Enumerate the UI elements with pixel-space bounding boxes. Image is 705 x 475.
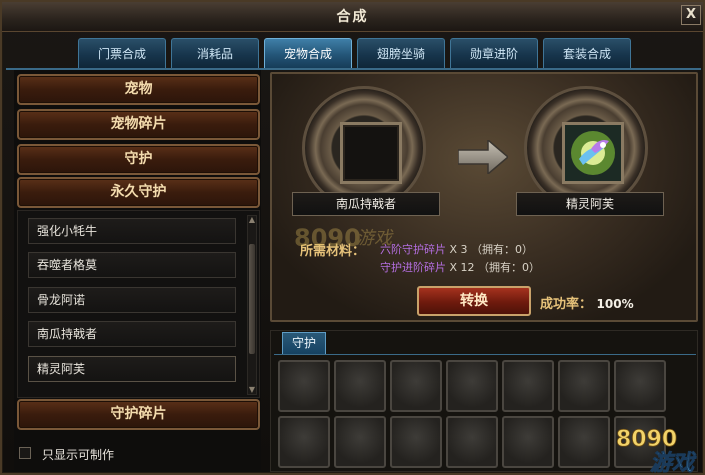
inventory-slot[interactable] <box>558 416 610 468</box>
scroll-up-icon[interactable]: ▲ <box>248 216 256 224</box>
success-rate-value: 100% <box>596 297 634 311</box>
logo-number: 8090 <box>616 427 677 452</box>
category-pet-fragment-button[interactable]: 宠物碎片 <box>17 109 260 140</box>
logo-word: 游戏 <box>650 451 697 475</box>
scroll-down-icon[interactable]: ▼ <box>248 386 256 394</box>
inventory-slot[interactable] <box>614 360 666 412</box>
inventory-slot[interactable] <box>446 416 498 468</box>
category-pet-button[interactable]: 宠物 <box>17 74 260 105</box>
site-logo-watermark: 8090 游戏 <box>616 427 698 475</box>
window-title: 合成 <box>2 2 703 32</box>
category-guardian-button[interactable]: 守护 <box>17 144 260 175</box>
convert-button[interactable]: 转换 <box>417 286 531 316</box>
category-permanent-guardian-button[interactable]: 永久守护 <box>17 177 260 208</box>
tab-consumables[interactable]: 消耗品 <box>171 38 259 68</box>
tab-bar: 门票合成 消耗品 宠物合成 翅膀坐骑 勋章进阶 套装合成 <box>78 38 631 68</box>
material-row: 守护进阶碎片 X 12 （拥有：0） <box>380 259 540 275</box>
synthesis-window: 合成 X 门票合成 消耗品 宠物合成 翅膀坐骑 勋章进阶 套装合成 宠物 宠物碎… <box>0 0 705 475</box>
list-item[interactable]: 吞噬者格莫 <box>28 252 236 278</box>
arrow-right-icon <box>458 140 508 174</box>
inventory-slot[interactable] <box>334 360 386 412</box>
watermark-word: 游戏 <box>356 228 394 249</box>
fairy-pet-icon <box>565 125 621 181</box>
target-name: 精灵阿芙 <box>516 192 664 216</box>
watermark-number: 8090 <box>294 224 361 252</box>
category-sidebar: 宠物 宠物碎片 守护 永久守护 强化小牦牛 吞噬者格莫 骨龙阿诺 南瓜持戟者 精… <box>14 70 261 470</box>
inventory-slot[interactable] <box>278 360 330 412</box>
recipe-list: 强化小牦牛 吞噬者格莫 骨龙阿诺 南瓜持戟者 精灵阿芙 ▲ ▼ <box>17 210 260 398</box>
material-qty: X 12 <box>449 261 475 274</box>
tab-guardian-inventory[interactable]: 守护 <box>282 332 326 354</box>
list-scrollbar[interactable]: ▲ ▼ <box>247 215 257 395</box>
close-button[interactable]: X <box>681 5 701 25</box>
material-owned: （拥有：0） <box>478 261 541 274</box>
inventory-slot[interactable] <box>446 360 498 412</box>
tab-pet-synthesis[interactable]: 宠物合成 <box>264 38 352 68</box>
category-guardian-fragment-button[interactable]: 守护碎片 <box>17 399 260 430</box>
source-slot[interactable] <box>340 122 402 184</box>
material-owned: （拥有：0） <box>471 243 534 256</box>
tab-wing-mount[interactable]: 翅膀坐骑 <box>357 38 445 68</box>
tab-ticket-synthesis[interactable]: 门票合成 <box>78 38 166 68</box>
site-watermark: 8090 游戏 <box>294 224 394 252</box>
source-name: 南瓜持戟者 <box>292 192 440 216</box>
target-slot[interactable] <box>562 122 624 184</box>
only-craftable-label: 只显示可制作 <box>42 448 115 462</box>
success-rate: 成功率： 100% <box>540 293 634 312</box>
tab-set-synthesis[interactable]: 套装合成 <box>543 38 631 68</box>
list-item-selected[interactable]: 精灵阿芙 <box>28 356 236 382</box>
inventory-slot[interactable] <box>390 416 442 468</box>
success-rate-label: 成功率： <box>540 297 593 312</box>
scroll-thumb[interactable] <box>249 244 255 354</box>
inventory-slot[interactable] <box>502 360 554 412</box>
tab-medal-advance[interactable]: 勋章进阶 <box>450 38 538 68</box>
material-name[interactable]: 守护进阶碎片 <box>380 261 446 274</box>
inventory-slot[interactable] <box>334 416 386 468</box>
list-item[interactable]: 南瓜持戟者 <box>28 321 236 347</box>
material-qty: X 3 <box>449 243 468 256</box>
list-item[interactable]: 骨龙阿诺 <box>28 287 236 313</box>
inventory-divider <box>274 354 696 355</box>
inventory-slot[interactable] <box>558 360 610 412</box>
inventory-slot[interactable] <box>278 416 330 468</box>
inventory-slot[interactable] <box>390 360 442 412</box>
only-craftable-checkbox[interactable] <box>19 447 31 459</box>
inventory-slot[interactable] <box>502 416 554 468</box>
craft-panel: 南瓜持戟者 精灵阿芙 所需材料： 六阶守护碎片 X 3 （拥有：0） 守护进阶碎… <box>270 72 698 322</box>
list-item[interactable]: 强化小牦牛 <box>28 218 236 244</box>
